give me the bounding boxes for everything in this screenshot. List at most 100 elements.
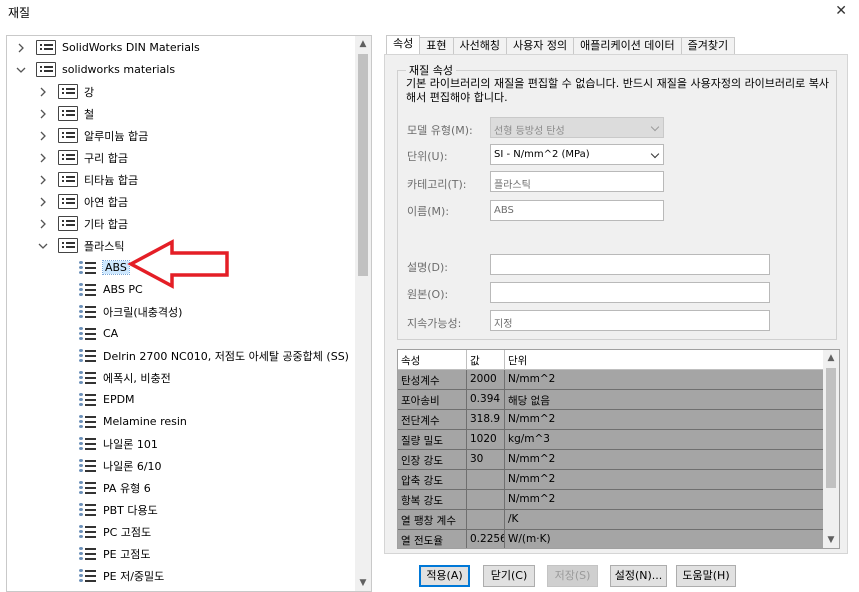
table-row[interactable]: 열 팽창 계수/K — [398, 510, 824, 530]
name-label: 이름(M): — [407, 205, 450, 218]
name-field[interactable]: ABS — [490, 200, 664, 221]
material-icon — [79, 282, 97, 297]
group-title: 재질 속성 — [406, 62, 456, 78]
table-row[interactable]: 인장 강도 30 N/mm^2 — [398, 450, 824, 470]
chevron-down-icon[interactable] — [15, 64, 27, 76]
table-row[interactable]: 전단계수 318.9 N/mm^2 — [398, 410, 824, 430]
library-folder-icon — [58, 128, 78, 143]
window-title: 재질 — [8, 6, 31, 20]
tab-custom[interactable]: 사용자 정의 — [506, 37, 575, 55]
chevron-down-icon[interactable] — [650, 149, 660, 159]
tree-item[interactable]: PC 고점도 — [79, 521, 151, 542]
tree-item[interactable]: ABS — [79, 257, 130, 278]
property-table[interactable]: 속성 값 단위 탄성계수 2000 N/mm^2 포아송비 0.394 해당 없음 전단계수… — [397, 349, 840, 549]
units-label: 단위(U): — [407, 150, 448, 163]
table-row[interactable]: 질량 밀도 1020 kg/m^3 — [398, 430, 824, 450]
column-header-property[interactable]: 속성 — [398, 350, 467, 370]
category-field[interactable]: 플라스틱 — [490, 171, 664, 192]
material-icon — [79, 304, 97, 319]
material-icon — [79, 392, 97, 407]
tree-item[interactable]: PA 유형 6 — [79, 477, 151, 498]
tree-item[interactable]: EPDM — [79, 389, 135, 410]
column-header-unit[interactable]: 단위 — [505, 350, 824, 370]
source-field[interactable] — [490, 282, 770, 303]
tree-item-label: 플라스틱 — [84, 239, 125, 253]
category-label: 카테고리(T): — [407, 178, 467, 191]
table-scrollbar[interactable]: ▲ ▼ — [823, 350, 839, 548]
chevron-right-icon[interactable] — [37, 152, 49, 164]
tab-application-data[interactable]: 애플리케이션 데이터 — [574, 37, 682, 55]
table-row[interactable]: 압축 강도 N/mm^2 — [398, 470, 824, 490]
tree-item[interactable]: CA — [79, 323, 118, 344]
description-label: 설명(D): — [407, 261, 448, 274]
tree-item[interactable]: 알루미늄 합금 — [37, 125, 148, 146]
column-header-value[interactable]: 값 — [467, 350, 505, 370]
material-icon — [79, 458, 97, 473]
sustainability-field[interactable]: 지정 — [490, 310, 770, 331]
property-name-cell: 전단계수 — [398, 410, 467, 430]
tree-item[interactable]: 나일론 101 — [79, 433, 158, 454]
settings-button[interactable]: 설정(N)... — [610, 565, 667, 587]
tree-item[interactable]: 기타 합금 — [37, 213, 128, 234]
property-unit-cell: N/mm^2 — [505, 370, 824, 390]
close-button[interactable]: 닫기(C) — [483, 565, 535, 587]
tree-item[interactable]: 플라스틱 — [37, 235, 124, 256]
chevron-right-icon[interactable] — [15, 42, 27, 54]
tree-item[interactable]: Melamine resin — [79, 411, 187, 432]
table-row[interactable]: 열 전도율 0.2256 W/(m·K) — [398, 530, 824, 548]
table-row[interactable]: 포아송비 0.394 해당 없음 — [398, 390, 824, 410]
library-folder-icon — [58, 84, 78, 99]
property-value-cell: 2000 — [467, 370, 505, 390]
scroll-up-icon[interactable]: ▲ — [355, 36, 371, 52]
tree-item[interactable]: solidworks materials — [15, 59, 175, 80]
tree-item[interactable]: PE 저/중밀도 — [79, 565, 164, 586]
material-tree[interactable]: SolidWorks DIN Materials solidworks mater… — [6, 35, 372, 592]
close-icon[interactable]: ✕ — [835, 3, 847, 19]
tree-item[interactable]: Delrin 2700 NC010, 저점도 아세탈 공중합체 (SS) — [79, 345, 349, 366]
scroll-up-icon[interactable]: ▲ — [823, 350, 839, 366]
table-row[interactable]: 항복 강도 N/mm^2 — [398, 490, 824, 510]
tree-item[interactable]: 나일론 6/10 — [79, 455, 162, 476]
scroll-down-icon[interactable]: ▼ — [355, 575, 371, 591]
tree-item[interactable]: 아크릴(내충격성) — [79, 301, 182, 322]
tree-item[interactable]: 아연 합금 — [37, 191, 128, 212]
property-value-cell: 0.394 — [467, 390, 505, 410]
tree-scrollbar[interactable]: ▲ ▼ — [355, 36, 371, 591]
tab-properties[interactable]: 속성 — [386, 35, 421, 56]
table-scroll-thumb[interactable] — [826, 368, 836, 488]
chevron-right-icon[interactable] — [37, 196, 49, 208]
tree-item-label: Delrin 2700 NC010, 저점도 아세탈 공중합체 (SS) — [103, 349, 349, 363]
tree-item-label: 티타늄 합금 — [84, 173, 139, 187]
tree-scroll-thumb[interactable] — [358, 54, 368, 276]
chevron-right-icon[interactable] — [37, 108, 49, 120]
tree-item-label: 나일론 6/10 — [103, 459, 162, 473]
tree-item-label: ABS — [102, 260, 130, 275]
help-button[interactable]: 도움말(H) — [676, 565, 736, 587]
tab-appearance[interactable]: 표현 — [420, 37, 454, 55]
library-folder-icon — [36, 62, 56, 77]
tree-item[interactable]: 구리 합금 — [37, 147, 128, 168]
tab-favorites[interactable]: 즐겨찾기 — [681, 37, 736, 55]
apply-button[interactable]: 적용(A) — [419, 565, 470, 587]
tree-item[interactable]: SolidWorks DIN Materials — [15, 37, 200, 58]
chevron-down-icon[interactable] — [37, 240, 49, 252]
tab-bar: 속성 표현 사선해칭 사용자 정의 애플리케이션 데이터 즐겨찾기 — [386, 35, 736, 56]
tree-item[interactable]: PBT 다용도 — [79, 499, 158, 520]
tree-item[interactable]: PE 고점도 — [79, 543, 150, 564]
table-row[interactable]: 탄성계수 2000 N/mm^2 — [398, 370, 824, 390]
chevron-right-icon[interactable] — [37, 174, 49, 186]
tree-item[interactable]: 강 — [37, 81, 94, 102]
description-field[interactable] — [490, 254, 770, 275]
tab-crosshatch[interactable]: 사선해칭 — [453, 37, 507, 55]
tree-item[interactable]: 에폭시, 비충전 — [79, 367, 171, 388]
chevron-right-icon[interactable] — [37, 130, 49, 142]
units-select[interactable]: SI - N/mm^2 (MPa) — [490, 144, 664, 165]
scroll-down-icon[interactable]: ▼ — [823, 532, 839, 548]
tree-item[interactable]: 철 — [37, 103, 94, 124]
chevron-right-icon[interactable] — [37, 86, 49, 98]
chevron-right-icon[interactable] — [37, 218, 49, 230]
property-unit-cell: N/mm^2 — [505, 410, 824, 430]
tree-item-label: PC 고점도 — [103, 525, 152, 539]
tree-item[interactable]: 티타늄 합금 — [37, 169, 138, 190]
red-arrow-annotation — [127, 239, 229, 289]
